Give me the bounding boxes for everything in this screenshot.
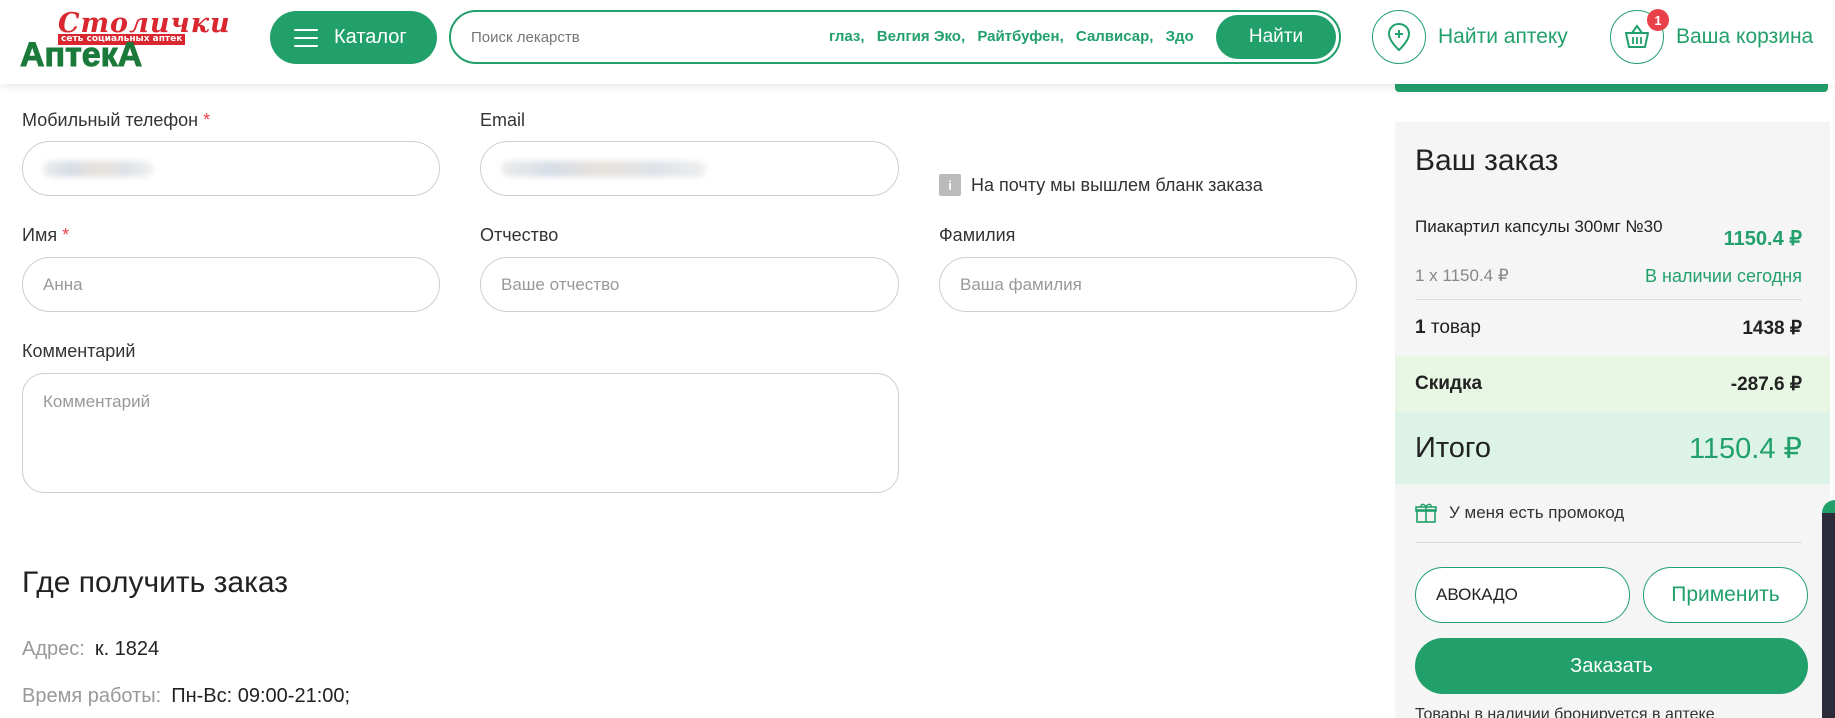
total-label: Итого (1415, 431, 1491, 464)
discount-label: Скидка (1415, 373, 1483, 394)
comment-field[interactable] (22, 373, 899, 493)
email-label: Email (480, 110, 526, 130)
email-note: i На почту мы вышлем бланк заказа (939, 174, 1263, 196)
basket-icon: 1 (1610, 9, 1669, 64)
logo[interactable]: Столички сеть социальных аптек АптекА (19, 8, 242, 73)
info-icon: i (939, 174, 961, 196)
logo-main-text: АптекА (19, 36, 143, 74)
email-field[interactable] (480, 141, 899, 196)
items-count-row: 1 товар 1438 ₽ (1395, 300, 1830, 356)
order-summary: Ваш заказ Пиакартил капсулы 300мг №30 11… (1395, 122, 1830, 718)
patronymic-field[interactable] (480, 257, 899, 312)
divider (1415, 542, 1802, 543)
patronymic-label: Отчество (480, 225, 559, 245)
phone-field[interactable] (22, 141, 440, 196)
pickup-hours: Время работы: Пн-Вс: 09:00-21:00; (22, 685, 350, 708)
product-qty: 1 x 1150.4 ₽ (1415, 266, 1509, 285)
promo-code-input[interactable] (1436, 585, 1606, 605)
address-key: Адрес: (22, 638, 85, 660)
find-pharmacy-label: Найти аптеку (1438, 25, 1568, 48)
total-row: Итого 1150.4 ₽ (1395, 412, 1830, 484)
total-value: 1150.4 ₽ (1688, 432, 1802, 465)
comment-label: Комментарий (22, 341, 136, 361)
gift-icon (1415, 503, 1437, 523)
search-hint[interactable]: глаз, (829, 28, 865, 45)
promo-toggle-label: У меня есть промокод (1449, 503, 1625, 522)
surname-label: Фамилия (939, 225, 1016, 245)
search-input[interactable] (471, 26, 771, 48)
patronymic-input[interactable] (501, 274, 859, 295)
pickup-address: Адрес: к. 1824 (22, 638, 159, 661)
sidebar-top-accent (1395, 84, 1828, 92)
search-hint[interactable]: Велгия Эко, (877, 28, 965, 45)
surname-input[interactable] (960, 274, 1317, 295)
catalog-button-label: Каталог (334, 26, 407, 48)
email-value-redacted (501, 160, 706, 177)
find-pharmacy-link[interactable]: Найти аптеку (1372, 10, 1568, 64)
side-widget-edge[interactable] (1822, 500, 1835, 718)
pickup-title: Где получить заказ (22, 566, 288, 599)
place-order-button[interactable]: Заказать (1415, 638, 1808, 694)
phone-label: Мобильный телефон * (22, 110, 211, 130)
search-bar: глаз, Велгия Эко, Райтбуфен, Салвисар, З… (449, 10, 1341, 64)
product-stock: В наличии сегодня (1645, 266, 1802, 286)
search-hint[interactable]: Здо (1166, 28, 1194, 45)
search-hints: глаз, Велгия Эко, Райтбуфен, Салвисар, З… (829, 28, 1202, 45)
surname-field[interactable] (939, 257, 1357, 312)
discount-value: -287.6 ₽ (1730, 373, 1802, 395)
name-input[interactable] (43, 274, 400, 295)
hours-value: Пн-Вс: 09:00-21:00; (171, 685, 351, 707)
product-price: 1150.4 ₽ (1723, 228, 1802, 250)
name-label: Имя * (22, 225, 70, 245)
search-hint[interactable]: Райтбуфен, (977, 28, 1063, 45)
email-note-text: На почту мы вышлем бланк заказа (971, 174, 1263, 195)
product-name[interactable]: Пиакартил капсулы 300мг №30 (1415, 217, 1685, 237)
comment-textarea[interactable] (43, 392, 878, 474)
items-count-label: 1 товар (1415, 317, 1481, 338)
header: Столички сеть социальных аптек АптекА Ка… (0, 0, 1835, 84)
promo-code-field[interactable] (1415, 567, 1630, 623)
menu-icon (294, 28, 318, 47)
catalog-button[interactable]: Каталог (270, 11, 437, 64)
discount-row: Скидка -287.6 ₽ (1395, 356, 1830, 412)
apply-promo-button[interactable]: Применить (1643, 567, 1808, 623)
promo-toggle[interactable]: У меня есть промокод (1415, 502, 1624, 524)
cart-label: Ваша корзина (1676, 25, 1814, 48)
hours-key: Время работы: (22, 685, 162, 707)
find-button[interactable]: Найти (1216, 15, 1336, 59)
cart-count-badge: 1 (1647, 9, 1669, 31)
search-hint[interactable]: Салвисар, (1076, 28, 1154, 45)
items-subtotal: 1438 ₽ (1742, 317, 1802, 339)
cart-link[interactable]: 1 Ваша корзина (1610, 9, 1814, 64)
name-field[interactable] (22, 257, 440, 312)
order-title: Ваш заказ (1415, 144, 1559, 177)
phone-value-redacted (43, 160, 153, 177)
location-pin-icon (1372, 10, 1426, 64)
order-footnote: Товары в наличии бронируется в аптеке (1415, 706, 1715, 718)
address-value: к. 1824 (94, 638, 160, 660)
